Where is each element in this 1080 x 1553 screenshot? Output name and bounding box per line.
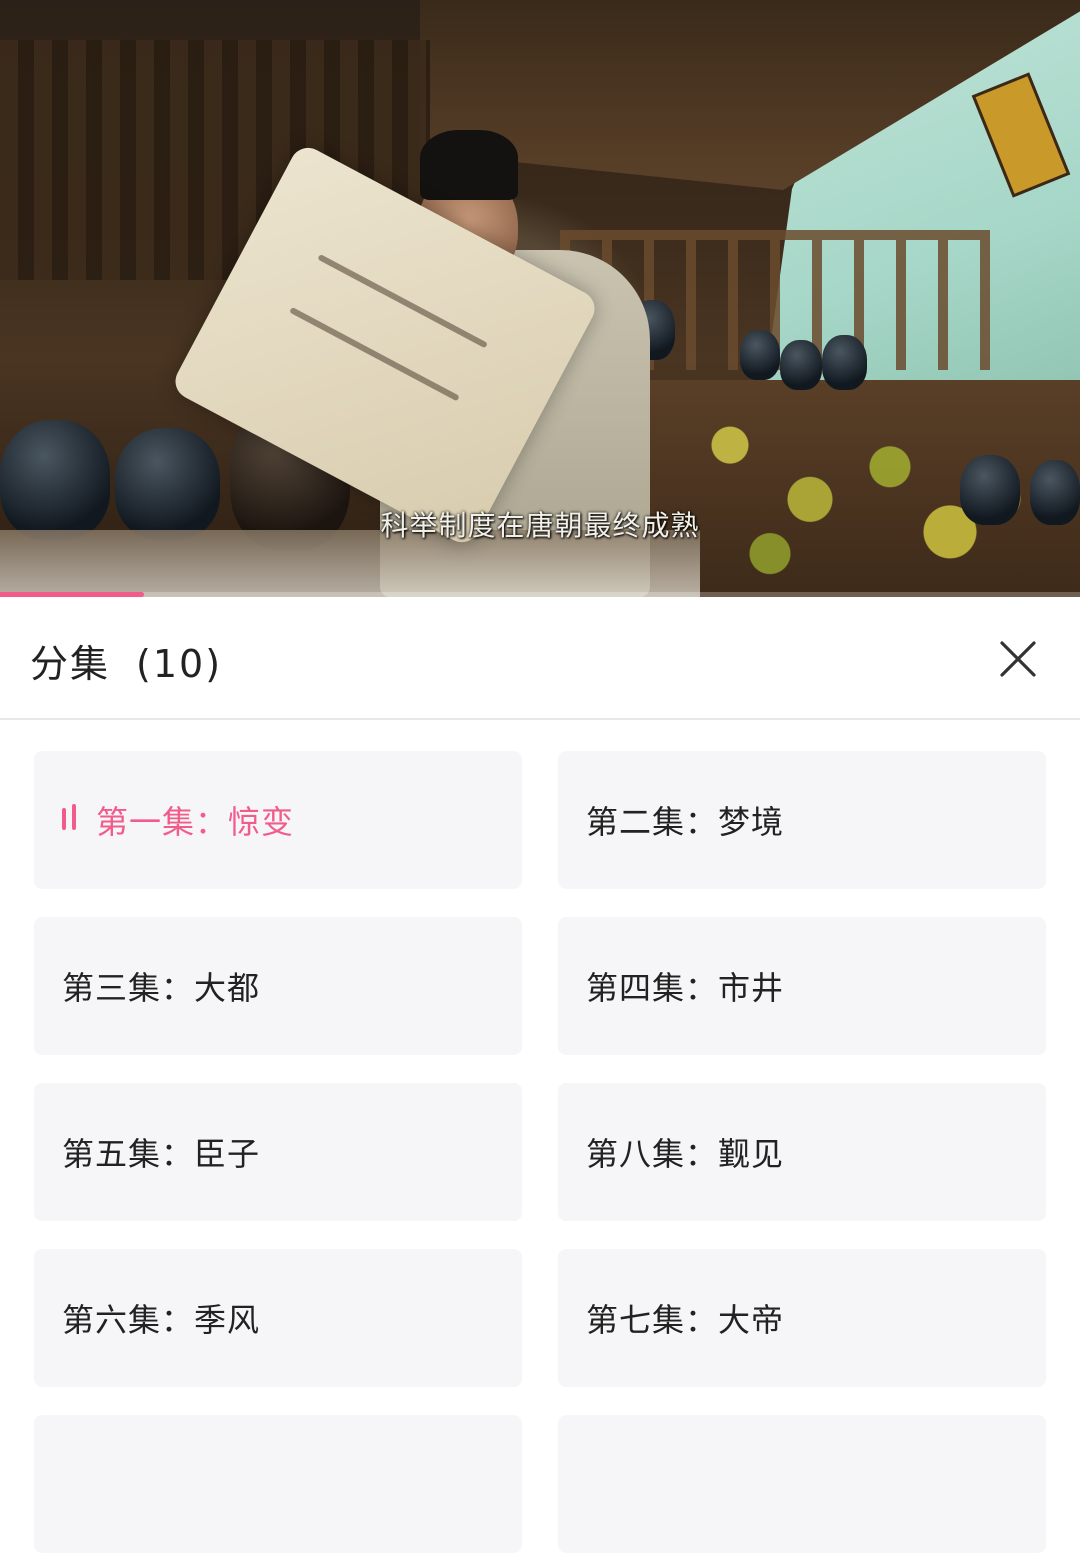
close-icon: [1000, 641, 1036, 677]
episode-item[interactable]: 第四集：市井: [558, 917, 1046, 1055]
episode-label: 第七集：大帝: [586, 1301, 785, 1339]
episode-panel-title-text: 分集: [30, 642, 111, 686]
episode-label: 第八集：觐见: [586, 1135, 785, 1173]
video-player[interactable]: 科举制度在唐朝最终成熟: [0, 0, 1080, 597]
video-jar: [740, 330, 780, 380]
episode-grid: 第一集：惊变 第二集：梦境 第三集：大都 第四集：市井 第五集：臣子 第八集：觐…: [34, 751, 1046, 1553]
close-button[interactable]: [992, 633, 1044, 685]
episode-label: 第一集：惊变: [96, 803, 295, 841]
episode-panel-header: 分集 (10): [0, 597, 1080, 720]
episode-label: 第三集：大都: [62, 969, 261, 1007]
video-subtitle: 科举制度在唐朝最终成熟: [380, 509, 700, 542]
episode-label: 第六集：季风: [62, 1301, 261, 1339]
episode-item[interactable]: 第六集：季风: [34, 1249, 522, 1387]
playing-bars-icon: [62, 804, 76, 830]
episode-panel-title: 分集 (10): [30, 633, 222, 688]
episode-item[interactable]: 第一集：惊变: [34, 751, 522, 889]
episode-label: 第五集：臣子: [62, 1135, 261, 1173]
episode-count: (10): [136, 642, 223, 686]
episode-item[interactable]: 第三集：大都: [34, 917, 522, 1055]
episode-item[interactable]: 第五集：臣子: [34, 1083, 522, 1221]
episode-item[interactable]: 第七集：大帝: [558, 1249, 1046, 1387]
episode-panel: 分集 (10) 第一集：惊变 第二集：梦境 第三集：大都 第四集：市井 第五集：臣…: [0, 597, 1080, 1553]
episode-label: 第二集：梦境: [586, 803, 785, 841]
video-person-hat: [420, 130, 518, 200]
episode-label: 第四集：市井: [586, 969, 785, 1007]
episode-item[interactable]: [558, 1415, 1046, 1553]
episode-item[interactable]: 第八集：觐见: [558, 1083, 1046, 1221]
episode-item[interactable]: 第二集：梦境: [558, 751, 1046, 889]
episode-item[interactable]: [34, 1415, 522, 1553]
